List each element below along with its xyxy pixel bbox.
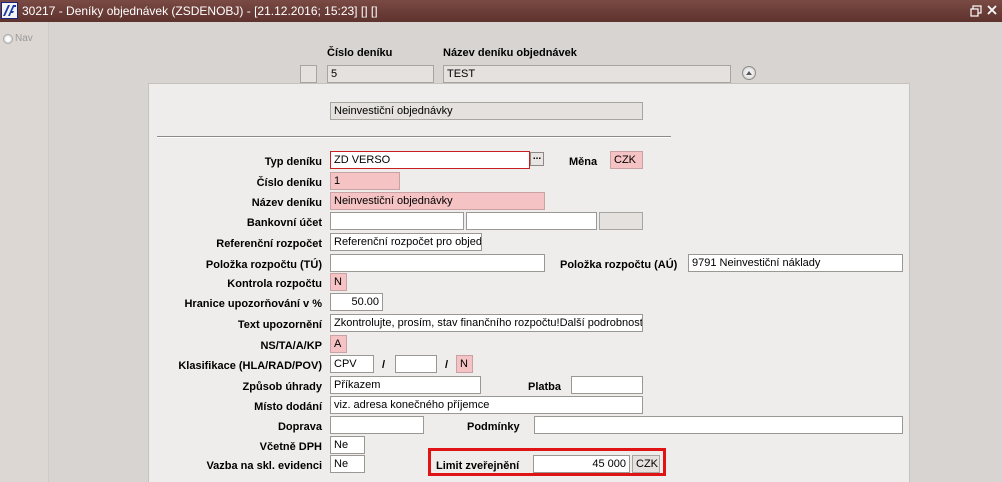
klasifikace-pov-field[interactable]: N [456, 355, 473, 373]
klasifikace-label: Klasifikace (HLA/RAD/POV) [178, 360, 322, 372]
nazev-deniku-label: Název deníku [251, 197, 322, 209]
vcetne-dph-label: Včetně DPH [259, 441, 322, 453]
subtitle-field: Neinvestiční objednávky [330, 102, 643, 120]
cislo-deniku-label: Číslo deníku [256, 177, 322, 189]
referencni-rozpocet-field[interactable]: Referenční rozpočet pro objed [330, 233, 482, 251]
mena-label: Měna [569, 156, 598, 168]
header-number-field[interactable]: 5 [327, 65, 434, 83]
bankovni-ucet-field-1[interactable] [330, 212, 464, 230]
divider [157, 136, 671, 138]
polozka-tu-field[interactable] [330, 254, 545, 272]
misto-dodani-label: Místo dodání [254, 401, 322, 413]
bankovni-ucet-label: Bankovní účet [246, 217, 322, 229]
lookup-button[interactable]: ... [530, 152, 544, 166]
typ-deniku-label: Typ deníku [264, 156, 322, 168]
hranice-field[interactable]: 50.00 [330, 293, 383, 311]
platba-label: Platba [528, 381, 562, 393]
misto-dodani-field[interactable]: viz. adresa konečného příjemce [330, 396, 643, 414]
app-logo-icon [1, 2, 18, 19]
nazev-deniku-field[interactable]: Neinvestiční objednávky [330, 192, 545, 210]
text-upozorneni-label: Text upozornění [237, 319, 322, 331]
polozka-au-label: Položka rozpočtu (AÚ) [560, 259, 678, 271]
radio-icon [3, 33, 13, 44]
ns-ta-label: NS/TA/A/KP [260, 340, 322, 352]
limit-currency-field: CZK [632, 455, 660, 473]
restore-window-icon[interactable] [970, 5, 982, 17]
podminky-label: Podmínky [467, 421, 520, 433]
text-upozorneni-field[interactable]: Zkontrolujte, prosím, stav finančního ro… [330, 314, 643, 332]
record-selector[interactable] [300, 65, 317, 83]
hranice-label: Hranice upozorňování v % [184, 298, 322, 310]
nav-label: Nav [15, 33, 33, 44]
klasifikace-separator-1: / [382, 359, 386, 371]
left-panel: Nav [0, 22, 49, 482]
limit-label: Limit zveřejnění [436, 460, 520, 472]
mena-field[interactable]: CZK [610, 151, 643, 169]
chevron-up-icon [746, 71, 752, 75]
polozka-au-field[interactable]: 9791 Neinvestiční náklady [688, 254, 903, 272]
doprava-label: Doprava [277, 421, 322, 433]
referencni-rozpocet-label: Referenční rozpočet [216, 238, 322, 250]
nav-toggle[interactable]: Nav [3, 33, 33, 44]
close-window-icon[interactable] [986, 4, 998, 16]
kontrola-rozpoctu-field[interactable]: N [330, 273, 347, 291]
col-number-header: Číslo deníku [327, 47, 393, 59]
window-title: 30217 - Deníky objednávek (ZSDENOBJ) - [… [22, 4, 378, 18]
header-name-field[interactable]: TEST [443, 65, 731, 83]
cislo-deniku-field[interactable]: 1 [330, 172, 400, 190]
bankovni-ucet-field-2[interactable] [466, 212, 597, 230]
vazba-field[interactable]: Ne [330, 455, 365, 473]
scroll-up-button[interactable] [742, 66, 756, 80]
klasifikace-separator-2: / [445, 359, 449, 371]
bankovni-ucet-field-3[interactable] [599, 212, 643, 230]
platba-field[interactable] [571, 376, 643, 394]
klasifikace-hla-field[interactable]: CPV [330, 355, 374, 373]
polozka-tu-label: Položka rozpočtu (TÚ) [205, 259, 322, 271]
doprava-field[interactable] [330, 416, 424, 434]
kontrola-rozpoctu-label: Kontrola rozpočtu [227, 278, 322, 290]
vazba-label: Vazba na skl. evidenci [206, 460, 322, 472]
limit-field[interactable]: 45 000 [533, 455, 630, 473]
col-name-header: Název deníku objednávek [443, 47, 577, 59]
zpusob-uhrady-field[interactable]: Příkazem [330, 376, 481, 394]
ns-ta-field[interactable]: A [330, 335, 347, 353]
podminky-field[interactable] [534, 416, 903, 434]
title-bar: 30217 - Deníky objednávek (ZSDENOBJ) - [… [0, 0, 1002, 22]
vcetne-dph-field[interactable]: Ne [330, 436, 365, 454]
typ-deniku-field[interactable]: ZD VERSO [330, 151, 530, 169]
klasifikace-rad-field[interactable] [395, 355, 437, 373]
zpusob-uhrady-label: Způsob úhrady [242, 381, 322, 393]
